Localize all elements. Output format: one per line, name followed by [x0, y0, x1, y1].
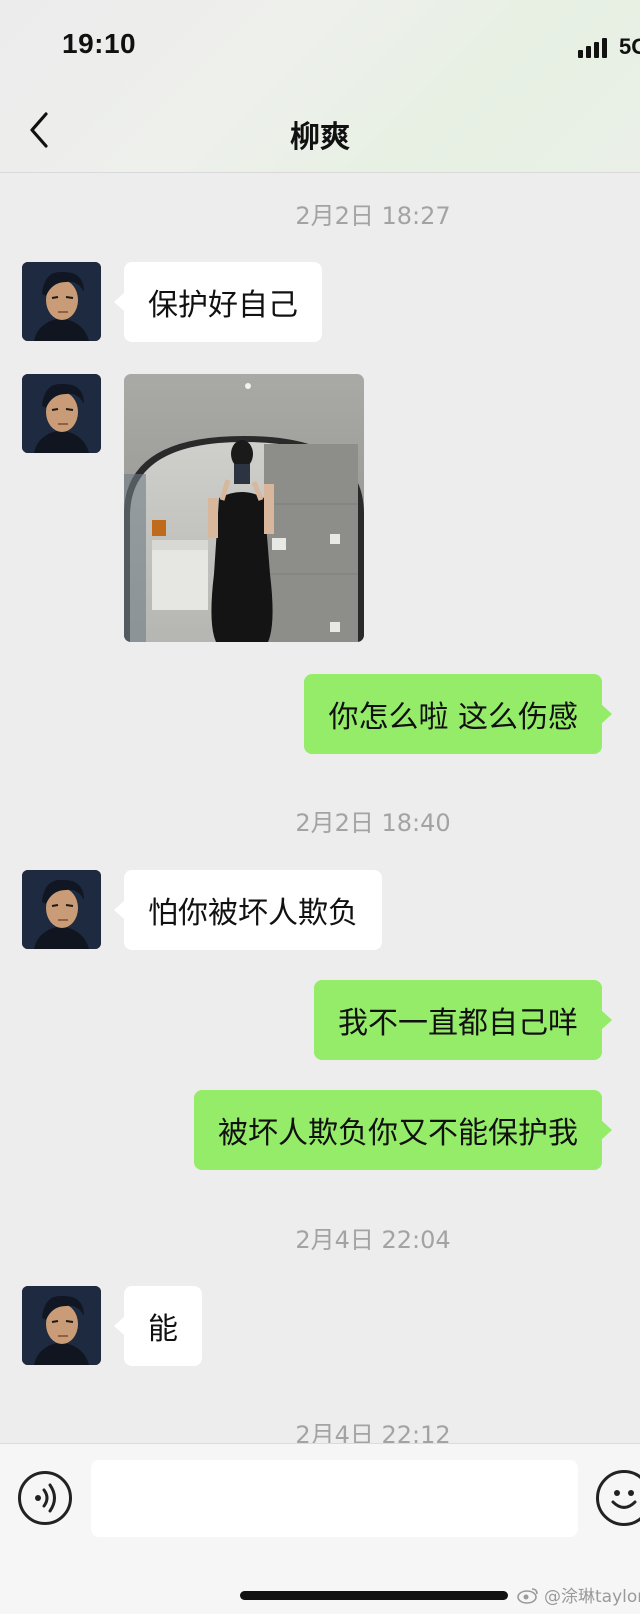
- avatar-image: [22, 870, 101, 949]
- message-input[interactable]: [91, 1460, 578, 1537]
- image-message[interactable]: [124, 374, 364, 642]
- voice-button[interactable]: [18, 1471, 72, 1525]
- network-label: 5G: [619, 34, 640, 59]
- incoming-message[interactable]: 怕你被坏人欺负: [114, 870, 382, 950]
- watermark: @涂琳taylor: [516, 1582, 640, 1607]
- input-bar: @涂琳taylor: [0, 1443, 640, 1614]
- outgoing-message[interactable]: 你怎么啦 这么伤感: [304, 674, 612, 754]
- emoji-button[interactable]: [596, 1470, 640, 1526]
- status-time: 19:10: [62, 28, 137, 59]
- emoji-icon: [611, 1490, 637, 1509]
- avatar-image: [22, 374, 101, 453]
- avatar-image: [22, 1286, 101, 1365]
- timestamp: 2月2日 18:40: [295, 809, 451, 837]
- avatar[interactable]: [22, 374, 101, 453]
- watermark-text: @涂琳taylor: [544, 1587, 640, 1607]
- incoming-message[interactable]: 能: [114, 1286, 202, 1366]
- incoming-message[interactable]: 保护好自己: [114, 262, 322, 342]
- home-indicator: [240, 1591, 508, 1600]
- avatar[interactable]: [22, 262, 101, 341]
- voice-icon: [35, 1483, 56, 1513]
- weibo-icon: [517, 1587, 538, 1604]
- signal-icon: [578, 36, 612, 58]
- outgoing-message[interactable]: 我不一直都自己咩: [314, 980, 612, 1060]
- avatar-image: [22, 262, 101, 341]
- top-bar: 19:10 5G 柳爽: [0, 0, 640, 173]
- timestamp: 2月4日 22:04: [295, 1226, 451, 1254]
- mirror-selfie-image: [124, 374, 364, 642]
- avatar[interactable]: [22, 1286, 101, 1365]
- avatar[interactable]: [22, 870, 101, 949]
- timestamp: 2月2日 18:27: [295, 202, 451, 230]
- outgoing-message[interactable]: 被坏人欺负你又不能保护我: [194, 1090, 612, 1170]
- chat-title: 柳爽: [290, 120, 350, 155]
